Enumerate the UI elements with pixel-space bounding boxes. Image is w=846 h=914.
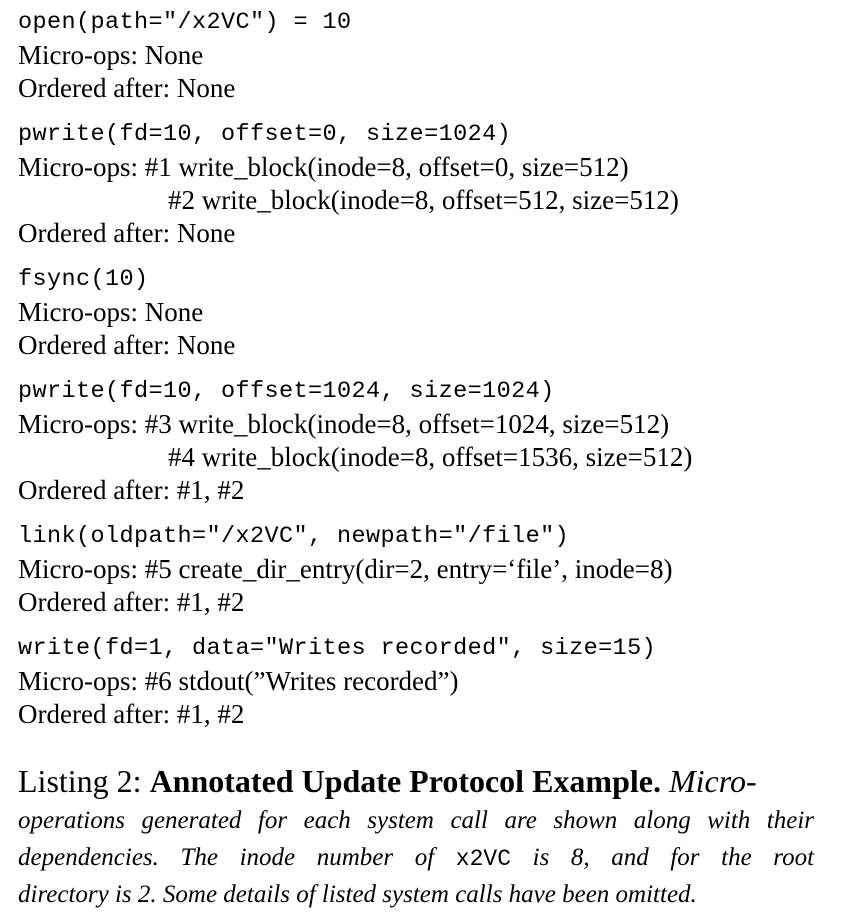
microops-group: Micro-ops: #6 stdout(”Writes recorded”): [18, 665, 828, 698]
microops-line: Micro-ops: None: [18, 296, 828, 329]
syscall-block: pwrite(fd=10, offset=1024, size=1024) Mi…: [18, 375, 828, 507]
ordered-after-label: Ordered after:: [18, 587, 171, 617]
caption-line-2: operations generated for each system cal…: [18, 807, 814, 834]
microop-entry: #4 write_block(inode=8, offset=1536, siz…: [168, 442, 693, 472]
syscall-block: pwrite(fd=10, offset=0, size=1024) Micro…: [18, 118, 828, 250]
caption-title: Annotated Update Protocol Example.: [149, 763, 661, 799]
ordered-after-value: None: [176, 73, 236, 103]
ordered-after-label: Ordered after:: [18, 699, 171, 729]
microops-label: Micro-ops:: [18, 40, 138, 70]
microop-entry: #6 stdout(”Writes recorded”): [144, 666, 459, 696]
microop-entry: #1 write_block(inode=8, offset=0, size=5…: [144, 152, 629, 182]
syscall-line: fsync(10): [18, 266, 149, 293]
syscall-block: write(fd=1, data="Writes recorded", size…: [18, 632, 828, 731]
ordered-after-line: Ordered after: None: [18, 329, 828, 362]
microops-label: Micro-ops:: [18, 554, 138, 584]
ordered-after-line: Ordered after: #1, #2: [18, 586, 828, 619]
syscall-line: pwrite(fd=10, offset=0, size=1024): [18, 121, 512, 148]
ordered-after-label: Ordered after:: [18, 330, 171, 360]
ordered-after-line: Ordered after: #1, #2: [18, 698, 828, 731]
microops-label: Micro-ops:: [18, 409, 138, 439]
microop-entry: None: [144, 40, 204, 70]
syscall-line: link(oldpath="/x2VC", newpath="/file"): [18, 523, 570, 550]
syscall-block: fsync(10) Micro-ops: None Ordered after:…: [18, 263, 828, 362]
microops-group: Micro-ops: #3 write_block(inode=8, offse…: [18, 408, 828, 474]
microops-line: Micro-ops: None: [18, 39, 828, 72]
microops-line: Micro-ops: #1 write_block(inode=8, offse…: [18, 151, 828, 184]
syscall-line: open(path="/x2VC") = 10: [18, 9, 352, 36]
microops-line: Micro-ops: #5 create_dir_entry(dir=2, en…: [18, 553, 828, 586]
ordered-after-line: Ordered after: None: [18, 72, 828, 105]
caption-text-start: Micro-: [668, 763, 757, 799]
caption-line-4: directory is 2. Some details of listed s…: [18, 881, 697, 908]
ordered-after-value: None: [176, 330, 236, 360]
microops-group: Micro-ops: #5 create_dir_entry(dir=2, en…: [18, 553, 828, 586]
microop-entry: #3 write_block(inode=8, offset=1024, siz…: [144, 409, 670, 439]
microops-label: Micro-ops:: [18, 152, 138, 182]
microop-entry: #5 create_dir_entry(dir=2, entry=‘file’,…: [144, 554, 673, 584]
microop-entry: #2 write_block(inode=8, offset=512, size…: [168, 185, 679, 215]
syscall-block: open(path="/x2VC") = 10 Micro-ops: None …: [18, 6, 828, 105]
ordered-after-value: #1, #2: [176, 475, 245, 505]
ordered-after-value: None: [176, 218, 236, 248]
caption-line-3-pre: dependencies. The inode number of: [18, 844, 435, 871]
microops-line: #2 write_block(inode=8, offset=512, size…: [18, 184, 828, 217]
syscall-line: pwrite(fd=10, offset=1024, size=1024): [18, 378, 555, 405]
syscall-line: write(fd=1, data="Writes recorded", size…: [18, 635, 657, 662]
ordered-after-label: Ordered after:: [18, 475, 171, 505]
microops-group: Micro-ops: None: [18, 39, 828, 72]
ordered-after-value: #1, #2: [176, 587, 245, 617]
microops-group: Micro-ops: #1 write_block(inode=8, offse…: [18, 151, 828, 217]
syscall-block: link(oldpath="/x2VC", newpath="/file") M…: [18, 520, 828, 619]
ordered-after-line: Ordered after: None: [18, 217, 828, 250]
microop-entry: None: [144, 297, 204, 327]
listing-caption: Listing 2: Annotated Update Protocol Exa…: [18, 760, 814, 913]
ordered-after-label: Ordered after:: [18, 73, 171, 103]
microops-label: Micro-ops:: [18, 666, 138, 696]
caption-inline-code: x2VC: [455, 846, 512, 872]
annotated-listing: open(path="/x2VC") = 10 Micro-ops: None …: [18, 6, 828, 744]
caption-line-3: dependencies. The inode number of x2VC i…: [18, 839, 814, 876]
microops-group: Micro-ops: None: [18, 296, 828, 329]
caption-line-3-post: is 8, and for the root: [532, 844, 815, 871]
caption-label: Listing 2:: [18, 763, 142, 799]
ordered-after-value: #1, #2: [176, 699, 245, 729]
microops-line: #4 write_block(inode=8, offset=1536, siz…: [18, 441, 828, 474]
caption-line-1: Listing 2: Annotated Update Protocol Exa…: [18, 760, 814, 802]
microops-line: Micro-ops: #3 write_block(inode=8, offse…: [18, 408, 828, 441]
ordered-after-label: Ordered after:: [18, 218, 171, 248]
ordered-after-line: Ordered after: #1, #2: [18, 474, 828, 507]
microops-line: Micro-ops: #6 stdout(”Writes recorded”): [18, 665, 828, 698]
microops-label: Micro-ops:: [18, 297, 138, 327]
